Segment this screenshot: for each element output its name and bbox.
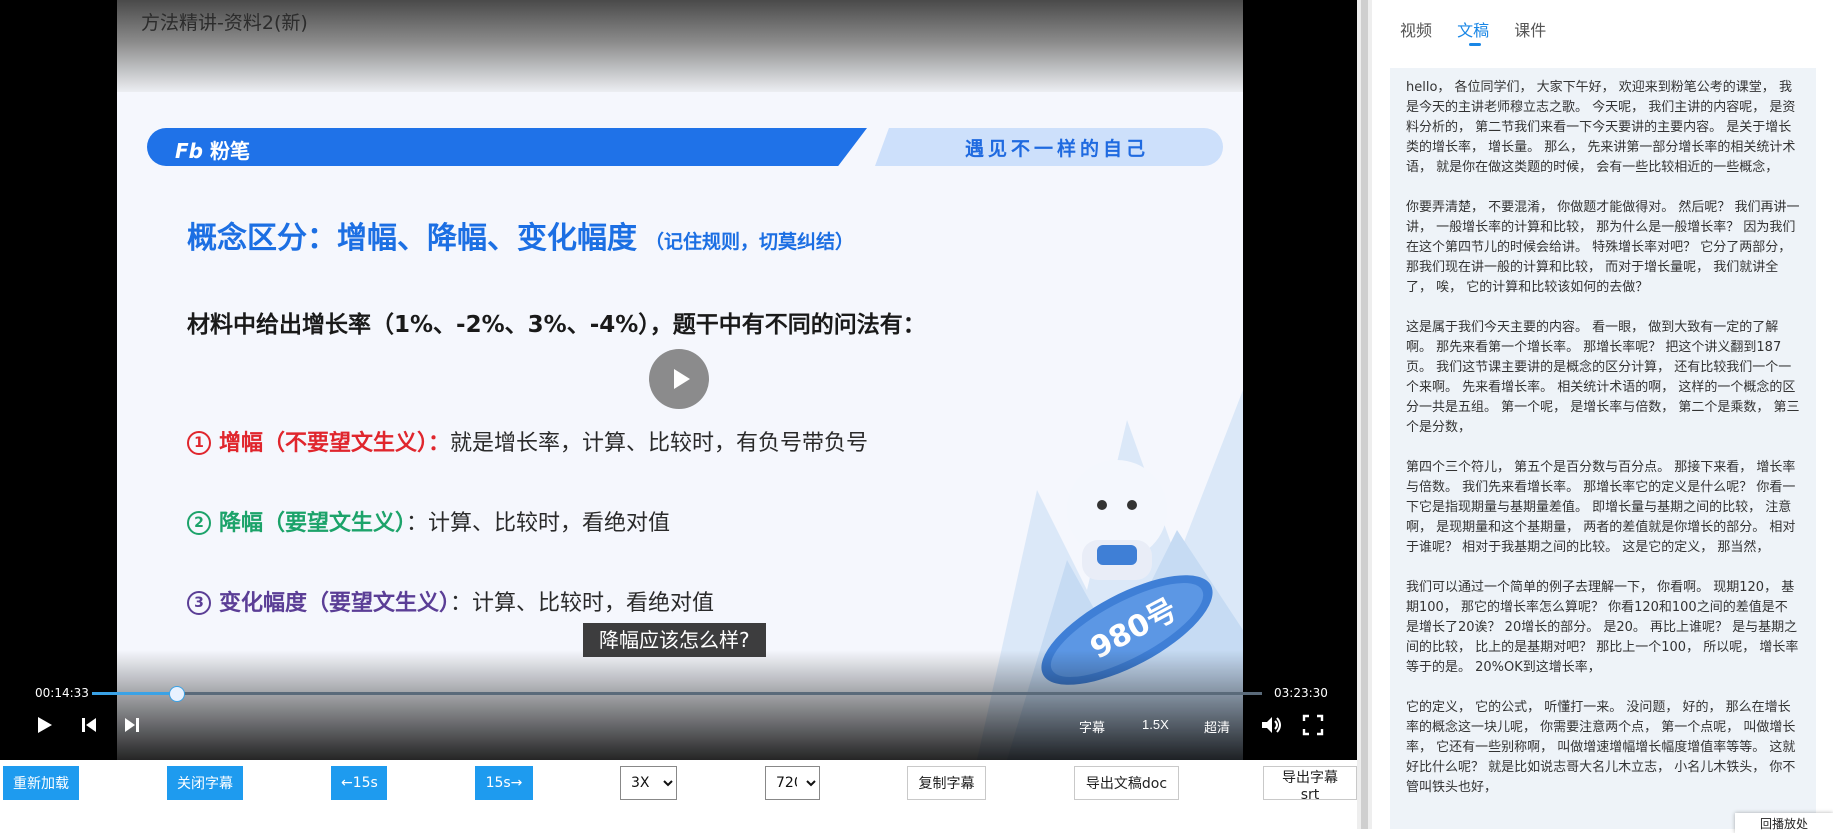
skip-back-icon <box>82 718 96 732</box>
export-doc-button[interactable]: 导出文稿doc <box>1074 766 1179 800</box>
slide-heading-note: （记住规则，切莫纠结） <box>645 231 855 253</box>
next-button[interactable] <box>122 713 142 737</box>
volume-icon <box>1262 717 1281 733</box>
export-srt-button[interactable]: 导出字幕srt <box>1263 766 1357 803</box>
tab-video[interactable]: 视频 <box>1400 17 1432 41</box>
item-text: 就是增长率，计算、比较时，有负号带负号 <box>450 431 869 456</box>
fullscreen-button[interactable] <box>1302 713 1324 737</box>
copy-subtitle-button[interactable]: 复制字幕 <box>907 766 986 800</box>
item-term: 降幅（要望文生义） <box>219 511 407 536</box>
center-play-button[interactable] <box>649 349 709 409</box>
slide-item: 1 增幅（不要望文生义）：就是增长率，计算、比较时，有负号带负号 <box>187 425 868 457</box>
transcript-paragraph: 你要弄清楚， 不要混淆， 你做题才能做得对。 然后呢？ 我们再讲一讲， 一般增长… <box>1406 200 1800 295</box>
slide-lead: 材料中给出增长率（1%、-2%、3%、-4%），题干中有不同的问法有： <box>187 312 926 338</box>
skip-forward-icon <box>125 718 139 732</box>
transcript-panel[interactable]: hello， 各位同学们， 大家下午好， 欢迎来到粉笔公考的课堂， 我是今天的主… <box>1390 68 1816 829</box>
speed-select[interactable]: 3X <box>620 766 677 800</box>
item-text: ：计算、比较时，看绝对值 <box>406 511 671 536</box>
progress-handle[interactable] <box>168 686 185 702</box>
slide-heading: 概念区分：增幅、降幅、变化幅度 （记住规则，切莫纠结） <box>187 221 855 256</box>
item-term: 变化幅度（要望文生义） <box>219 591 451 616</box>
item-text: ：计算、比较时，看绝对值 <box>450 591 715 616</box>
slide-item: 2 降幅（要望文生义）：计算、比较时，看绝对值 <box>187 505 670 537</box>
current-time: 00:14:33 <box>35 686 89 700</box>
play-button[interactable] <box>34 713 54 737</box>
transcript-paragraph: 第四个三个符儿， 第五个是百分数与百分点。 那接下来看， 增长率与倍数。 我们先… <box>1406 460 1796 555</box>
slide-slogan: 遇见不一样的自己 <box>964 138 1149 160</box>
item-number: 1 <box>187 431 211 455</box>
replay-position-button[interactable]: 回播放处 <box>1735 813 1833 833</box>
speed-control[interactable]: 1.5X <box>1142 717 1169 732</box>
splitter-handle[interactable] <box>1361 0 1368 829</box>
previous-button[interactable] <box>79 713 99 737</box>
quality-select[interactable]: 720P <box>765 766 820 800</box>
progress-bar[interactable] <box>92 686 1262 702</box>
transcript-paragraph: 它的定义， 它的公式， 听懂打一来。 没问题， 好的， 那么在增长率的概念这一块… <box>1406 700 1796 795</box>
transcript-paragraph: 这是属于我们今天主要的内容。 看一眼， 做到大致有一定的了解啊。 那先来看第一个… <box>1406 320 1800 435</box>
item-number: 2 <box>187 511 211 535</box>
slide-banner <box>147 128 867 166</box>
total-time: 03:23:30 <box>1274 686 1328 700</box>
tab-courseware[interactable]: 课件 <box>1514 17 1546 41</box>
subtitle-toggle[interactable]: 字幕 <box>1079 717 1105 736</box>
forward-15s-button[interactable]: 15s→ <box>475 766 533 800</box>
controls-gradient <box>0 650 1357 760</box>
video-player[interactable]: 方法精讲-资料2(新) Fb 粉笔 遇见不一样的自己 概念区分：增幅、降幅、变化… <box>0 0 1357 760</box>
reload-button[interactable]: 重新加载 <box>3 766 79 800</box>
fullscreen-icon <box>1302 714 1324 736</box>
close-subtitle-button[interactable]: 关闭字幕 <box>167 766 243 800</box>
tab-transcript[interactable]: 文稿 <box>1457 17 1489 46</box>
slide-item: 3 变化幅度（要望文生义）：计算、比较时，看绝对值 <box>187 585 714 617</box>
panel-tabs: 视频 文稿 课件 <box>1400 17 1566 47</box>
volume-button[interactable] <box>1259 713 1283 737</box>
item-number: 3 <box>187 591 211 615</box>
video-title: 方法精讲-资料2(新) <box>141 12 308 34</box>
progress-fill <box>92 692 176 695</box>
subtitle-caption: 降幅应该怎么样? <box>583 623 766 657</box>
rewind-15s-button[interactable]: ←15s <box>331 766 387 800</box>
brand-logo: Fb 粉笔 <box>175 139 250 163</box>
play-icon <box>38 717 52 733</box>
item-term: 增幅（不要望文生义）： <box>219 431 451 456</box>
transcript-paragraph: hello， 各位同学们， 大家下午好， 欢迎来到粉笔公考的课堂， 我是今天的主… <box>1406 80 1796 175</box>
transcript-paragraph: 我们可以通过一个简单的例子去理解一下， 你看啊。 现期120， 基期100， 那… <box>1406 580 1799 675</box>
quality-control[interactable]: 超清 <box>1204 717 1230 736</box>
